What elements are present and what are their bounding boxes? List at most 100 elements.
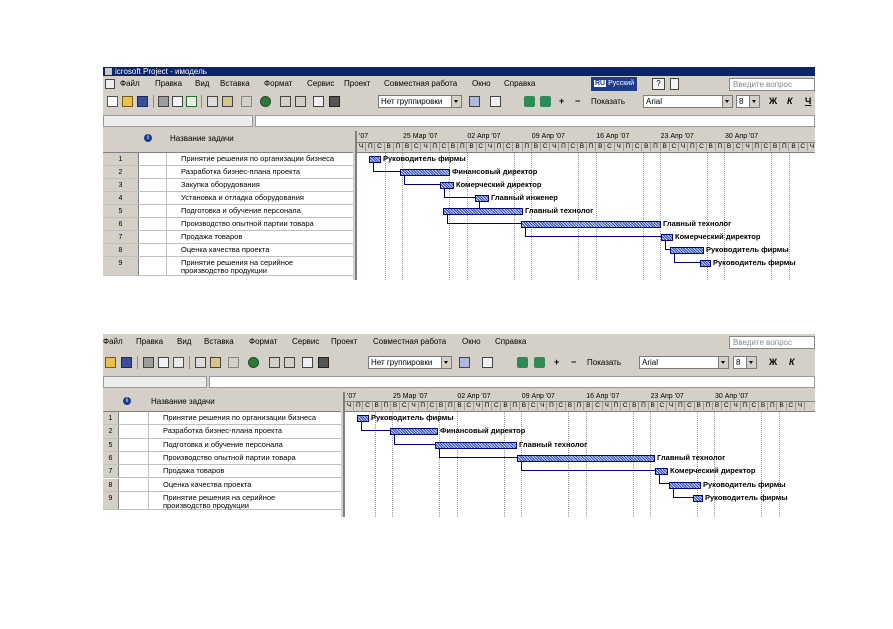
task-bar[interactable] xyxy=(400,169,450,176)
table-row[interactable]: 6 Производство опытной партии товара xyxy=(103,218,353,231)
table-row[interactable]: 1 Принятие решения по организации бизнеса xyxy=(103,412,341,426)
menu-format[interactable]: Формат xyxy=(249,337,277,347)
task-bar[interactable] xyxy=(443,208,523,215)
task-bar[interactable] xyxy=(655,468,668,476)
table-row[interactable]: 9 Принятие решения на серийное производст… xyxy=(103,257,353,276)
undo-icon[interactable] xyxy=(241,96,252,107)
row-id[interactable]: 9 xyxy=(103,257,139,275)
font-select[interactable]: Arial xyxy=(643,95,733,108)
menu-collaborate[interactable]: Совместная работа xyxy=(384,79,457,89)
row-id[interactable]: 4 xyxy=(103,192,139,204)
indent-icon[interactable] xyxy=(540,96,551,107)
menu-edit[interactable]: Правка xyxy=(136,337,163,347)
table-row[interactable]: 7 Продажа товаров xyxy=(103,465,341,479)
table-row[interactable]: 1 Принятие решения по организации бизнеса xyxy=(103,153,353,166)
outdent-icon[interactable] xyxy=(517,357,528,368)
menu-file[interactable]: Файл xyxy=(103,337,123,347)
menu-help[interactable]: Справка xyxy=(495,337,526,347)
undo-icon[interactable] xyxy=(228,357,239,368)
show-menu[interactable]: Показать xyxy=(591,97,625,107)
spelling-icon[interactable] xyxy=(173,357,184,368)
table-row[interactable]: 9 Принятие решения на серийное производст… xyxy=(103,491,341,510)
row-id[interactable]: 3 xyxy=(103,179,139,191)
menu-tools[interactable]: Сервис xyxy=(292,337,319,347)
menu-project[interactable]: Проект xyxy=(344,79,370,89)
table-row[interactable]: 5 Подготовка и обучение персонала xyxy=(103,205,353,218)
row-id[interactable]: 7 xyxy=(103,231,139,243)
more-buttons-icon[interactable] xyxy=(505,96,513,107)
row-id[interactable]: 1 xyxy=(103,412,119,425)
indent-icon[interactable] xyxy=(534,357,545,368)
row-id[interactable]: 7 xyxy=(103,465,119,478)
table-row[interactable]: 6 Производство опытной партии товара xyxy=(103,451,341,466)
open-icon[interactable] xyxy=(105,357,116,368)
row-id[interactable]: 5 xyxy=(103,205,139,217)
notes-icon[interactable] xyxy=(318,357,329,368)
task-bar[interactable] xyxy=(440,182,454,189)
task-bar[interactable] xyxy=(669,481,701,489)
task-name-cell[interactable]: Производство опытной партии товара xyxy=(163,453,296,462)
task-name-cell[interactable]: Разработка бизнес-плана проекта xyxy=(181,168,300,176)
task-name-cell[interactable]: Принятие решения по организации бизнеса xyxy=(181,155,334,163)
italic-button[interactable]: К xyxy=(789,357,795,368)
paste-icon[interactable] xyxy=(210,357,221,368)
task-name-cell[interactable]: Продажа товаров xyxy=(163,467,224,475)
table-row[interactable]: 8 Оценка качества проекта xyxy=(103,478,341,492)
task-name-cell[interactable]: Подготовка и обучение персонала xyxy=(181,207,301,215)
web-icon[interactable] xyxy=(248,357,259,368)
table-row[interactable]: 3 Закупка оборудования xyxy=(103,179,353,192)
document-icon[interactable] xyxy=(105,79,115,89)
table-row[interactable]: 4 Установка и отладка оборудования xyxy=(103,192,353,205)
ask-question-input[interactable]: Введите вопрос xyxy=(729,78,815,91)
menu-edit[interactable]: Правка xyxy=(155,79,182,89)
menu-project[interactable]: Проект xyxy=(331,337,357,347)
more-buttons-icon[interactable] xyxy=(498,357,506,368)
notes-icon[interactable] xyxy=(329,96,340,107)
font-size-select[interactable]: 8 xyxy=(736,95,760,108)
table-row[interactable]: 2 Разработка бизнес-плана проекта xyxy=(103,425,341,439)
task-name-cell[interactable]: Продажа товаров xyxy=(181,233,242,241)
task-name-cell[interactable]: Принятие решения по организации бизнеса xyxy=(163,414,316,422)
menu-format[interactable]: Формат xyxy=(264,79,292,89)
row-id[interactable]: 8 xyxy=(103,244,139,256)
task-name-header[interactable]: Название задачи xyxy=(151,397,215,406)
entry-field[interactable] xyxy=(255,115,815,127)
task-name-header[interactable]: Название задачи xyxy=(170,134,234,143)
hide-subtasks-icon[interactable]: − xyxy=(575,96,580,107)
bold-button[interactable]: Ж xyxy=(769,357,777,368)
task-bar[interactable] xyxy=(521,221,661,228)
row-id[interactable]: 2 xyxy=(103,166,139,178)
menu-insert[interactable]: Вставка xyxy=(220,79,250,89)
web-icon[interactable] xyxy=(260,96,271,107)
show-menu[interactable]: Показать xyxy=(587,358,621,368)
task-bar[interactable] xyxy=(475,195,489,202)
task-name-cell[interactable]: Оценка качества проекта xyxy=(181,246,269,254)
font-select[interactable]: Arial xyxy=(639,356,729,369)
menu-collaborate[interactable]: Совместная работа xyxy=(373,337,446,347)
row-id[interactable]: 2 xyxy=(103,425,119,438)
task-bar[interactable] xyxy=(700,260,711,267)
task-bar[interactable] xyxy=(357,415,369,422)
menu-view[interactable]: Вид xyxy=(195,79,209,89)
bold-button[interactable]: Ж xyxy=(769,96,777,107)
save-icon[interactable] xyxy=(137,96,148,107)
row-id[interactable]: 5 xyxy=(103,438,119,451)
menu-insert[interactable]: Вставка xyxy=(204,337,234,347)
copy-icon[interactable] xyxy=(207,96,218,107)
help-icon[interactable]: ? xyxy=(652,78,665,90)
new-icon[interactable] xyxy=(107,96,118,107)
show-subtasks-icon[interactable]: + xyxy=(554,357,559,368)
italic-button[interactable]: К xyxy=(787,96,793,107)
table-row[interactable]: 7 Продажа товаров xyxy=(103,231,353,244)
menu-view[interactable]: Вид xyxy=(177,337,191,347)
show-subtasks-icon[interactable]: + xyxy=(559,96,564,107)
unlink-tasks-icon[interactable] xyxy=(284,357,295,368)
spelling-icon[interactable] xyxy=(186,96,197,107)
language-indicator[interactable]: RU Русский xyxy=(591,77,638,91)
zoom-icon[interactable] xyxy=(459,357,470,368)
paste-icon[interactable] xyxy=(222,96,233,107)
task-name-cell[interactable]: Установка и отладка оборудования xyxy=(181,194,304,202)
task-name-cell[interactable]: Производство опытной партии товара xyxy=(181,220,314,228)
print-icon[interactable] xyxy=(158,96,169,107)
link-tasks-icon[interactable] xyxy=(269,357,280,368)
